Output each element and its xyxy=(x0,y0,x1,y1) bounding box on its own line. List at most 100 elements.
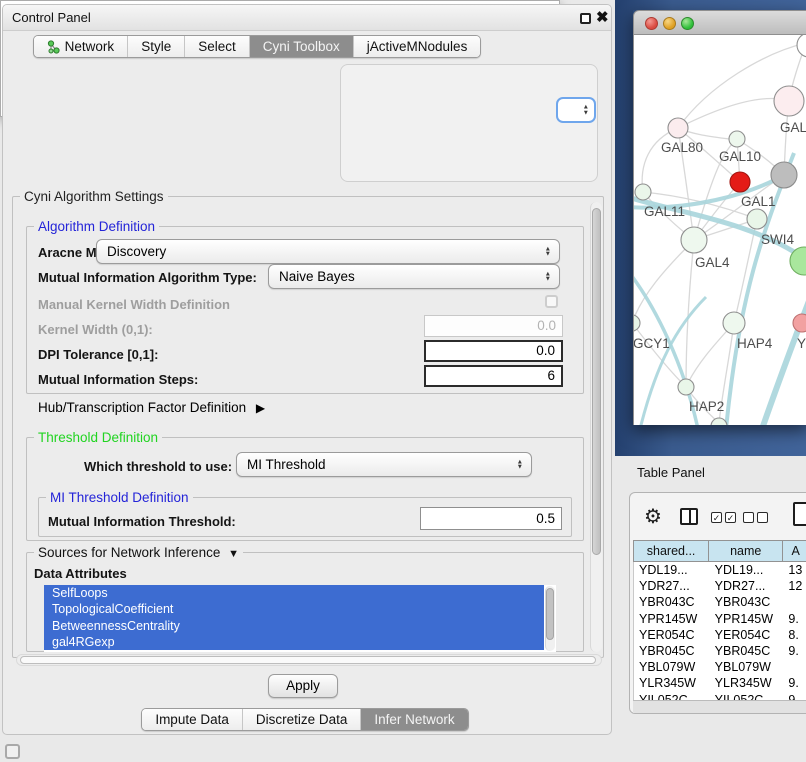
cyni-algorithm-settings-title: Cyni Algorithm Settings xyxy=(20,189,168,204)
window-zoom-button[interactable] xyxy=(681,17,694,30)
column-view-icon[interactable] xyxy=(680,508,698,525)
sources-title[interactable]: Sources for Network Inference ▼ xyxy=(34,545,243,560)
network-node-GAL80[interactable] xyxy=(668,118,688,138)
control-tab-label: Network xyxy=(65,36,115,58)
deselect-all-checkbox-icon[interactable] xyxy=(743,512,768,523)
control-tab-label: jActiveMNodules xyxy=(367,36,468,58)
window-minimize-button[interactable] xyxy=(663,17,676,30)
network-node-GAL10[interactable] xyxy=(729,131,745,147)
manual-kernel-width-checkbox[interactable] xyxy=(545,295,558,308)
mi-steps-field[interactable]: 6 xyxy=(424,365,563,387)
network-node-partial-bottom[interactable] xyxy=(711,418,727,425)
table-cell xyxy=(783,594,806,610)
cyni-tab-impute-data[interactable]: Impute Data xyxy=(142,709,243,730)
network-node-partial-top[interactable] xyxy=(797,35,806,57)
new-table-icon[interactable] xyxy=(793,502,806,526)
network-node-SWI4[interactable] xyxy=(747,209,767,229)
table-panel-title: Table Panel xyxy=(637,465,705,480)
control-tab-cyni-toolbox[interactable]: Cyni Toolbox xyxy=(250,36,354,57)
table-row[interactable]: YDL19...YDL19...13 xyxy=(634,562,806,578)
network-edge xyxy=(686,323,734,387)
network-icon xyxy=(47,40,60,54)
network-edge-highlighted xyxy=(762,293,806,425)
window-close-button[interactable] xyxy=(645,17,658,30)
threshold-definition-title: Threshold Definition xyxy=(34,430,162,445)
table-cell: 12 xyxy=(783,578,806,594)
network-node-HAP2[interactable] xyxy=(678,379,694,395)
network-canvas[interactable]: GAL80GALGAL10GAL1SWI4GAL11GAL4GCY1HAP4YH… xyxy=(633,35,806,425)
network-node-Y-partial[interactable] xyxy=(793,314,806,332)
control-tab-network[interactable]: Network xyxy=(34,36,129,57)
table-cell: YLR345W xyxy=(710,675,784,691)
combobox-stepper-icon: ▲▼ xyxy=(517,459,523,470)
algorithm-definition-title: Algorithm Definition xyxy=(34,219,159,234)
network-node-label-GAL80: GAL80 xyxy=(661,140,703,155)
table-row[interactable]: YPR145WYPR145W9. xyxy=(634,611,806,627)
network-node-label-GAL4: GAL4 xyxy=(695,255,730,270)
network-node-GAL1[interactable] xyxy=(730,172,750,192)
column-header-name[interactable]: name xyxy=(709,540,783,562)
table-cell: YBL079W xyxy=(710,659,784,675)
cyni-tab-discretize-data[interactable]: Discretize Data xyxy=(243,709,362,730)
inference-algorithm-groupbox-fragment xyxy=(340,64,598,182)
network-node-unlabeled-gray[interactable] xyxy=(771,162,797,188)
table-row[interactable]: YBR043CYBR043C xyxy=(634,594,806,610)
data-attributes-list[interactable]: SelfLoopsTopologicalCoefficientBetweenne… xyxy=(44,585,556,652)
close-icon[interactable]: ✖ xyxy=(596,8,609,26)
combobox-stepper-icon: ▲▼ xyxy=(545,246,551,257)
network-node-label-GCY1: GCY1 xyxy=(634,336,670,351)
settings-scrollbar-thumb[interactable] xyxy=(592,208,601,555)
which-threshold-combobox[interactable]: MI Threshold ▲▼ xyxy=(236,452,532,477)
network-view-window: GAL80GALGAL10GAL1SWI4GAL11GAL4GCY1HAP4YH… xyxy=(633,10,806,425)
cyni-tab-infer-network[interactable]: Infer Network xyxy=(361,709,467,730)
column-header-a[interactable]: A xyxy=(783,540,806,562)
network-node-label-GAL11: GAL11 xyxy=(644,204,685,219)
attribute-item-gal4rgexp[interactable]: gal4RGexp xyxy=(44,634,544,650)
table-cell: YPR145W xyxy=(710,611,784,627)
control-tab-style[interactable]: Style xyxy=(128,36,185,57)
mi-threshold-definition-title: MI Threshold Definition xyxy=(46,490,193,505)
network-node-GAL11[interactable] xyxy=(635,184,651,200)
attribute-item-betweennesscentrality[interactable]: BetweennessCentrality xyxy=(44,618,544,634)
network-node-GAL-partial[interactable] xyxy=(774,86,804,116)
settings-horizontal-scrollbar-thumb[interactable] xyxy=(20,656,596,664)
network-edge xyxy=(634,240,694,323)
network-node-GCY1[interactable] xyxy=(634,315,640,331)
dpi-tolerance-field[interactable]: 0.0 xyxy=(424,340,563,362)
mi-algorithm-type-combobox[interactable]: Naive Bayes ▲▼ xyxy=(268,264,560,289)
network-window-titlebar[interactable] xyxy=(633,10,806,35)
table-row[interactable]: YLR345WYLR345W9. xyxy=(634,675,806,691)
control-tab-jactivemnodules[interactable]: jActiveMNodules xyxy=(354,36,481,57)
table-cell: 13 xyxy=(783,562,806,578)
settings-vertical-scrollbar[interactable] xyxy=(590,202,602,652)
table-row[interactable]: YBR045CYBR045C9. xyxy=(634,643,806,659)
settings-horizontal-scrollbar[interactable] xyxy=(16,654,602,666)
control-tab-select[interactable]: Select xyxy=(185,36,250,57)
table-row[interactable]: YER054CYER054C8. xyxy=(634,627,806,643)
network-node-HAP4[interactable] xyxy=(723,312,745,334)
table-header-row[interactable]: shared...nameA xyxy=(633,540,806,562)
cyni-tab-label: Impute Data xyxy=(155,709,229,731)
algorithm-combobox-fragment[interactable]: ▲▼ xyxy=(556,97,596,123)
table-row[interactable]: YDR27...YDR27...12 xyxy=(634,578,806,594)
gear-icon[interactable]: ⚙ xyxy=(644,504,662,529)
attributes-list-scrollbar-thumb[interactable] xyxy=(546,588,554,640)
table-cell: YBR043C xyxy=(634,594,710,610)
float-window-icon[interactable] xyxy=(580,13,591,24)
table-row[interactable]: YBL079WYBL079W xyxy=(634,659,806,675)
network-node-GAL4[interactable] xyxy=(681,227,707,253)
hub-definition-expander[interactable]: Hub/Transcription Factor Definition ▶ xyxy=(38,400,265,415)
aracne-mode-combobox[interactable]: Discovery ▲▼ xyxy=(96,239,560,264)
select-all-checkbox-icon[interactable]: ✓✓ xyxy=(711,512,736,523)
minimized-panel-icon[interactable] xyxy=(5,744,20,759)
apply-button[interactable]: Apply xyxy=(268,674,338,698)
kernel-width-field[interactable]: 0.0 xyxy=(424,315,563,337)
column-header-shared-[interactable]: shared... xyxy=(633,540,709,562)
node-attribute-table[interactable]: shared...nameA YDL19...YDL19...13YDR27..… xyxy=(633,540,806,708)
mi-steps-label: Mutual Information Steps: xyxy=(38,372,198,387)
attribute-item-topologicalcoefficient[interactable]: TopologicalCoefficient xyxy=(44,601,544,617)
table-horizontal-scrollbar[interactable] xyxy=(633,700,806,713)
table-body[interactable]: YDL19...YDL19...13YDR27...YDR27...12YBR0… xyxy=(633,562,806,708)
attribute-item-selfloops[interactable]: SelfLoops xyxy=(44,585,544,601)
mi-threshold-field[interactable]: 0.5 xyxy=(420,507,562,530)
